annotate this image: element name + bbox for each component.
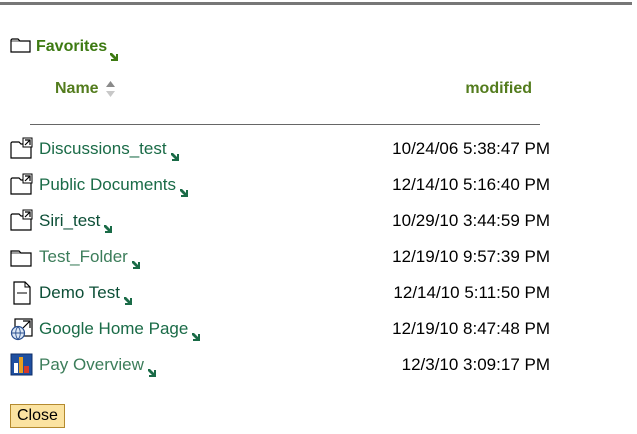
item-modified-date: 10/24/06 5:38:47 PM [392, 139, 550, 158]
link-arrow-icon[interactable] [192, 328, 201, 341]
link-arrow-icon[interactable] [180, 184, 189, 197]
item-name-link[interactable]: Google Home Page [39, 319, 188, 339]
link-arrow-icon[interactable] [123, 292, 132, 305]
web-link-shortcut-icon[interactable] [10, 317, 34, 341]
column-name-label[interactable]: Name [55, 80, 99, 98]
item-name-link[interactable]: Pay Overview [39, 355, 144, 375]
list-item: Google Home Page 12/19/10 8:47:48 PM [10, 314, 550, 350]
favorites-title[interactable]: Favorites [36, 38, 107, 56]
folder-icon [10, 36, 32, 59]
item-modified-date: 12/3/10 3:09:17 PM [401, 355, 550, 374]
item-modified-date: 12/14/10 5:16:40 PM [392, 175, 550, 194]
link-arrow-icon[interactable] [131, 256, 140, 269]
list-item: Demo Test 12/14/10 5:11:50 PM [10, 278, 550, 314]
link-arrow-icon[interactable] [147, 364, 156, 377]
list-item: Test_Folder 12/19/10 9:57:39 PM [10, 242, 550, 278]
folder-shortcut-icon[interactable] [10, 137, 34, 161]
top-divider [0, 2, 632, 5]
item-modified-date: 12/19/10 9:57:39 PM [392, 247, 550, 266]
list-item: Siri_test 10/29/10 3:44:59 PM [10, 206, 550, 242]
column-header-name[interactable]: Name [55, 79, 116, 99]
item-name-link[interactable]: Public Documents [39, 175, 176, 195]
link-arrow-icon[interactable] [110, 48, 119, 61]
folder-icon[interactable] [10, 245, 34, 269]
close-button[interactable]: Close [10, 404, 65, 428]
folder-shortcut-icon[interactable] [10, 209, 34, 233]
item-modified-date: 12/19/10 8:47:48 PM [392, 319, 550, 338]
item-name-link[interactable]: Test_Folder [39, 247, 128, 267]
header-divider [30, 124, 540, 125]
folder-shortcut-icon[interactable] [10, 173, 34, 197]
favorites-list: Discussions_test 10/24/06 5:38:47 PM Pub… [10, 134, 550, 386]
item-name-link[interactable]: Discussions_test [39, 139, 167, 159]
item-name-link[interactable]: Siri_test [39, 211, 100, 231]
favorites-header: Favorites [10, 36, 119, 61]
sort-icon[interactable] [105, 80, 116, 98]
document-icon[interactable] [10, 281, 34, 305]
column-header-modified[interactable]: modified [465, 79, 532, 99]
report-chart-icon[interactable] [10, 353, 34, 377]
list-item: Public Documents 12/14/10 5:16:40 PM [10, 170, 550, 206]
list-item: Pay Overview 12/3/10 3:09:17 PM [10, 350, 550, 386]
list-item: Discussions_test 10/24/06 5:38:47 PM [10, 134, 550, 170]
item-modified-date: 10/29/10 3:44:59 PM [392, 211, 550, 230]
item-name-link[interactable]: Demo Test [39, 283, 120, 303]
link-arrow-icon[interactable] [104, 220, 113, 233]
item-modified-date: 12/14/10 5:11:50 PM [393, 283, 550, 302]
link-arrow-icon[interactable] [170, 148, 179, 161]
